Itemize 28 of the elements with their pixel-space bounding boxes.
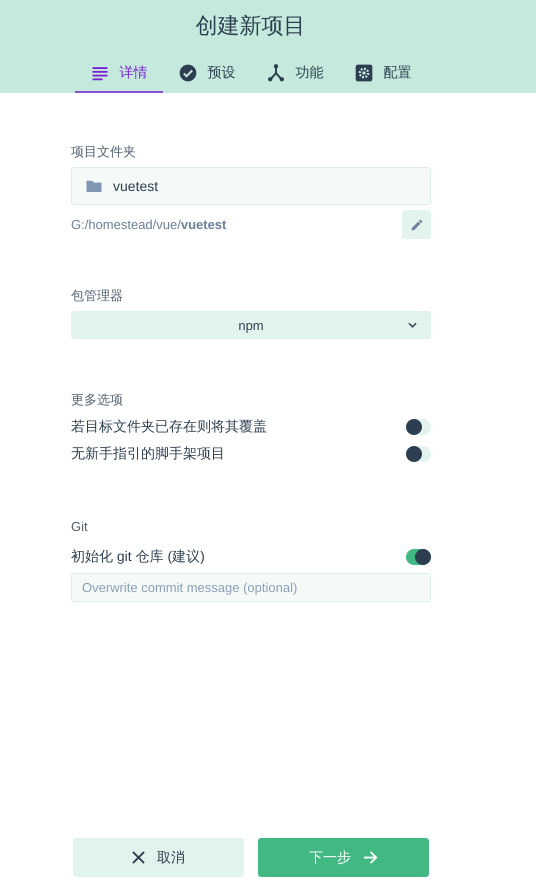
tab[interactable]: 详情 (74, 58, 162, 93)
option-label: 初始化 git 仓库 (建议) (71, 548, 205, 566)
cancel-button[interactable]: 取消 (73, 838, 244, 877)
section-label: 更多选项 (71, 391, 124, 409)
tab[interactable]: 配置 (338, 58, 426, 93)
section-label: 包管理器 (71, 287, 124, 305)
section-label: Git (71, 519, 89, 536)
close-icon (132, 851, 145, 864)
folder-field[interactable]: vuetest (71, 167, 431, 205)
fork-icon (266, 62, 286, 82)
chevron-down-icon (408, 322, 417, 328)
commit-message-field[interactable]: Overwrite commit message (optional) (71, 573, 431, 602)
section-label: 项目文件夹 (71, 143, 137, 161)
option-label: 无新手指引的脚手架项目 (71, 444, 225, 462)
pencil-icon (410, 218, 424, 232)
tab[interactable]: 功能 (250, 58, 338, 93)
page-title: 创建新项目 (196, 12, 306, 40)
option-label: 若目标文件夹已存在则将其覆盖 (71, 418, 267, 436)
arrow-right-icon (363, 850, 378, 865)
folder-path: G:/homestead/vue/vuetest (71, 217, 226, 232)
edit-button[interactable] (402, 210, 431, 239)
toggle-switch[interactable] (406, 418, 431, 434)
toggle-switch[interactable] (406, 446, 431, 462)
tab[interactable]: 预设 (162, 58, 250, 93)
package-manager-select[interactable]: npm (71, 311, 431, 339)
settings-icon (354, 62, 374, 82)
toggle-switch[interactable] (406, 548, 431, 564)
check-circle-icon (178, 62, 198, 82)
